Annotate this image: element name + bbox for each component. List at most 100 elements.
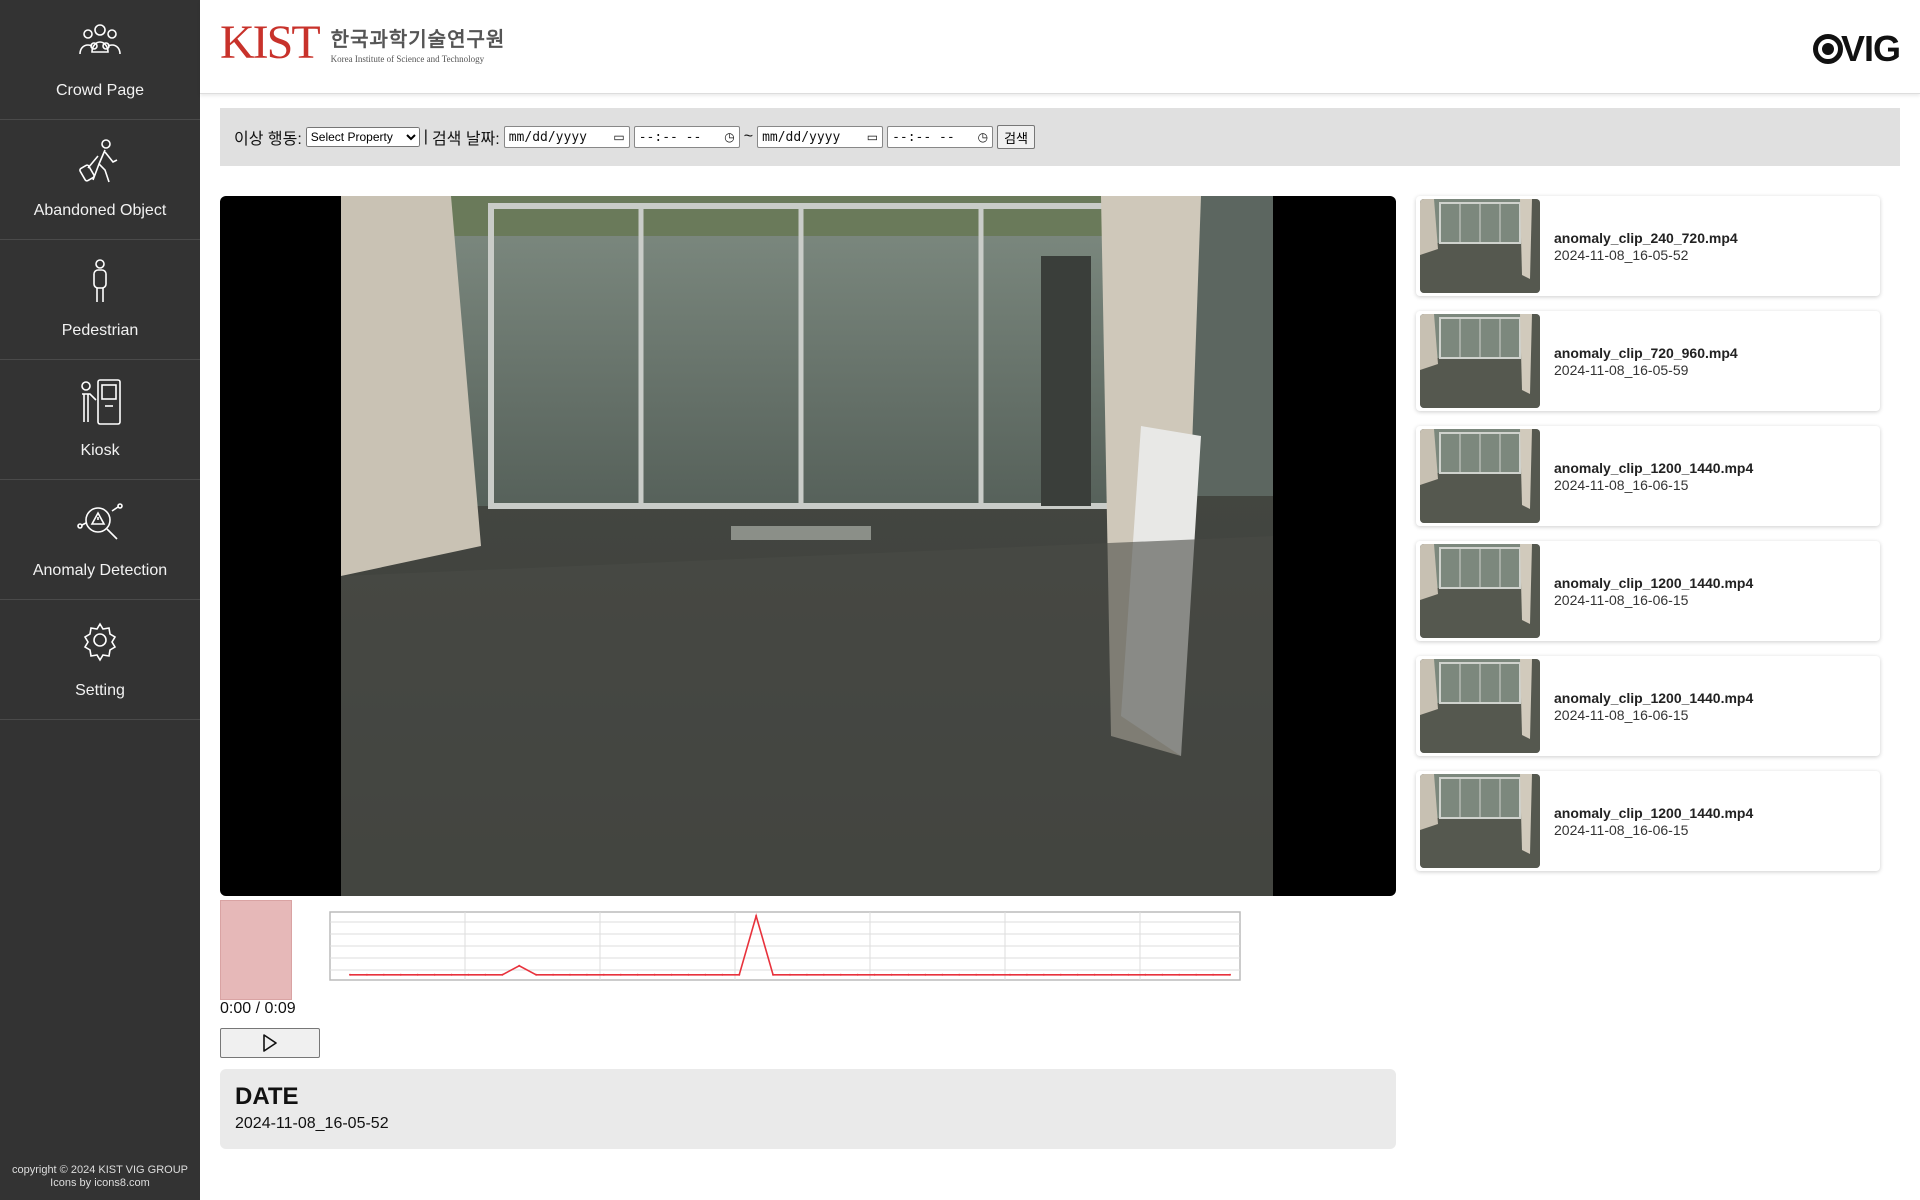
sidebar-item-label: Anomaly Detection: [32, 562, 168, 579]
clip-thumbnail: [1420, 199, 1540, 293]
time-to-input[interactable]: --:-- -- ◷: [887, 126, 994, 148]
date-to-placeholder: mm/dd/yyyy: [762, 129, 841, 145]
anomaly-score-point: [958, 973, 961, 976]
anomaly-score-point: [1110, 973, 1113, 976]
anomaly-score-point: [1161, 973, 1164, 976]
play-icon: [263, 1034, 277, 1052]
sidebar: Crowd Page Abandoned Object Pedestrian K…: [0, 0, 200, 1200]
anomaly-score-point: [619, 973, 622, 976]
clip-item[interactable]: anomaly_clip_1200_1440.mp4 2024-11-08_16…: [1416, 656, 1880, 756]
filter-bar: 이상 행동: Select Property | 검색 날짜: mm/dd/yy…: [220, 108, 1900, 166]
time-from-input[interactable]: --:-- -- ◷: [633, 126, 740, 148]
date-panel: DATE 2024-11-08_16-05-52: [220, 1069, 1396, 1149]
anomaly-score-point: [349, 973, 351, 976]
vig-logo: VIG: [1812, 28, 1901, 70]
anomaly-score-point: [636, 973, 639, 976]
anomaly-score-point: [382, 973, 385, 976]
anomaly-score-point: [907, 973, 910, 976]
copyright-text: copyright © 2024 KIST VIG GROUP: [11, 1164, 189, 1176]
sidebar-item-kiosk[interactable]: Kiosk: [0, 360, 200, 480]
anomaly-score-point: [1127, 973, 1130, 976]
video-timecode: 0:00 / 0:09: [220, 1000, 296, 1017]
crowd-icon: [79, 24, 121, 55]
clip-item[interactable]: anomaly_clip_1200_1440.mp4 2024-11-08_16…: [1416, 426, 1880, 526]
anomaly-score-chart: [329, 911, 1241, 981]
anomaly-score-point: [789, 973, 791, 976]
search-button[interactable]: 검색: [997, 125, 1035, 149]
clip-name: anomaly_clip_1200_1440.mp4: [1554, 459, 1754, 476]
calendar-icon[interactable]: ▭: [613, 130, 624, 144]
clip-time: 2024-11-08_16-06-15: [1554, 591, 1689, 608]
clip-time: 2024-11-08_16-06-15: [1554, 476, 1689, 493]
pedestrian-icon: [93, 259, 107, 302]
header: KIST 한국과학기술연구원 Korea Institute of Scienc…: [200, 0, 1920, 94]
anomaly-score-point: [501, 973, 504, 976]
sidebar-item-label: Pedestrian: [61, 322, 139, 339]
date-from-input[interactable]: mm/dd/yyyy ▭: [503, 126, 630, 148]
kist-logo[interactable]: KIST 한국과학기술연구원 Korea Institute of Scienc…: [220, 18, 505, 68]
date-panel-title: DATE: [235, 1083, 299, 1110]
sidebar-item-setting[interactable]: Setting: [0, 600, 200, 720]
date-from-placeholder: mm/dd/yyyy: [508, 129, 587, 145]
kist-logo-korean: 한국과학기술연구원: [330, 28, 506, 51]
kist-logo-english: Korea Institute of Science and Technolog…: [330, 53, 485, 64]
anomaly-score-point: [552, 973, 555, 976]
eye-icon: [1812, 34, 1843, 64]
sidebar-item-label: Kiosk: [80, 442, 120, 459]
anomaly-score-point: [585, 973, 588, 976]
anomaly-score-point: [822, 973, 825, 976]
clip-time: 2024-11-08_16-05-59: [1554, 361, 1689, 378]
anomaly-search-icon: [77, 503, 123, 540]
play-button[interactable]: [220, 1028, 320, 1058]
clip-name: anomaly_clip_1200_1440.mp4: [1554, 689, 1754, 706]
time-from-placeholder: --:-- --: [638, 129, 702, 145]
vig-logo-text: VIG: [1840, 28, 1901, 69]
sidebar-item-pedestrian[interactable]: Pedestrian: [0, 240, 200, 360]
anomaly-score-point: [1144, 973, 1147, 976]
anomaly-score-point: [602, 973, 605, 976]
lobby-scene: [341, 196, 1273, 896]
anomaly-score-point: [365, 973, 368, 976]
sidebar-item-abandoned-object[interactable]: Abandoned Object: [0, 120, 200, 240]
clip-time: 2024-11-08_16-05-52: [1554, 246, 1689, 263]
video-frame: [341, 196, 1273, 896]
anomaly-graph-strip: [220, 900, 1396, 1000]
anomaly-score-point: [518, 964, 521, 967]
anomaly-score-point: [805, 973, 808, 976]
kist-logo-mark: KIST: [220, 16, 321, 69]
clip-list: anomaly_clip_240_720.mp4 2024-11-08_16-0…: [1416, 196, 1880, 886]
anomaly-score-point: [1009, 973, 1011, 976]
anomaly-score-point: [535, 973, 538, 976]
anomaly-score-point: [399, 973, 402, 976]
anomaly-label: 이상 행동:: [234, 131, 302, 148]
calendar-icon[interactable]: ▭: [867, 130, 878, 144]
sidebar-item-anomaly-detection[interactable]: Anomaly Detection: [0, 480, 200, 600]
date-label: 검색 날짜:: [431, 131, 500, 148]
date-to-input[interactable]: mm/dd/yyyy ▭: [757, 126, 884, 148]
clip-item[interactable]: anomaly_clip_1200_1440.mp4 2024-11-08_16…: [1416, 771, 1880, 871]
video-player[interactable]: [220, 196, 1396, 896]
anomaly-score-point: [653, 973, 656, 976]
clip-item[interactable]: anomaly_clip_720_960.mp4 2024-11-08_16-0…: [1416, 311, 1880, 411]
clip-name: anomaly_clip_1200_1440.mp4: [1554, 574, 1754, 591]
anomaly-score-point: [704, 973, 707, 976]
clock-icon[interactable]: ◷: [724, 130, 734, 144]
anomaly-score-point: [433, 973, 436, 976]
sidebar-item-crowd-page[interactable]: Crowd Page: [0, 0, 200, 120]
anomaly-score-point: [1025, 973, 1028, 976]
clock-icon[interactable]: ◷: [978, 130, 988, 144]
anomaly-score-point: [738, 973, 741, 976]
property-select[interactable]: Select Property: [305, 127, 420, 147]
anomaly-score-point: [1059, 973, 1062, 976]
clip-item[interactable]: anomaly_clip_1200_1440.mp4 2024-11-08_16…: [1416, 541, 1880, 641]
clip-item[interactable]: anomaly_clip_240_720.mp4 2024-11-08_16-0…: [1416, 196, 1880, 296]
anomaly-score-point: [1229, 973, 1231, 976]
anomaly-score-point: [484, 973, 487, 976]
anomaly-score-point: [670, 973, 673, 976]
filter-separator: |: [423, 128, 428, 145]
anomaly-score-point: [1093, 973, 1096, 976]
anomaly-score-point: [1178, 973, 1181, 976]
anomaly-score-point: [755, 915, 758, 917]
anomaly-score-point: [467, 973, 470, 976]
sidebar-item-label: Crowd Page: [55, 82, 145, 99]
